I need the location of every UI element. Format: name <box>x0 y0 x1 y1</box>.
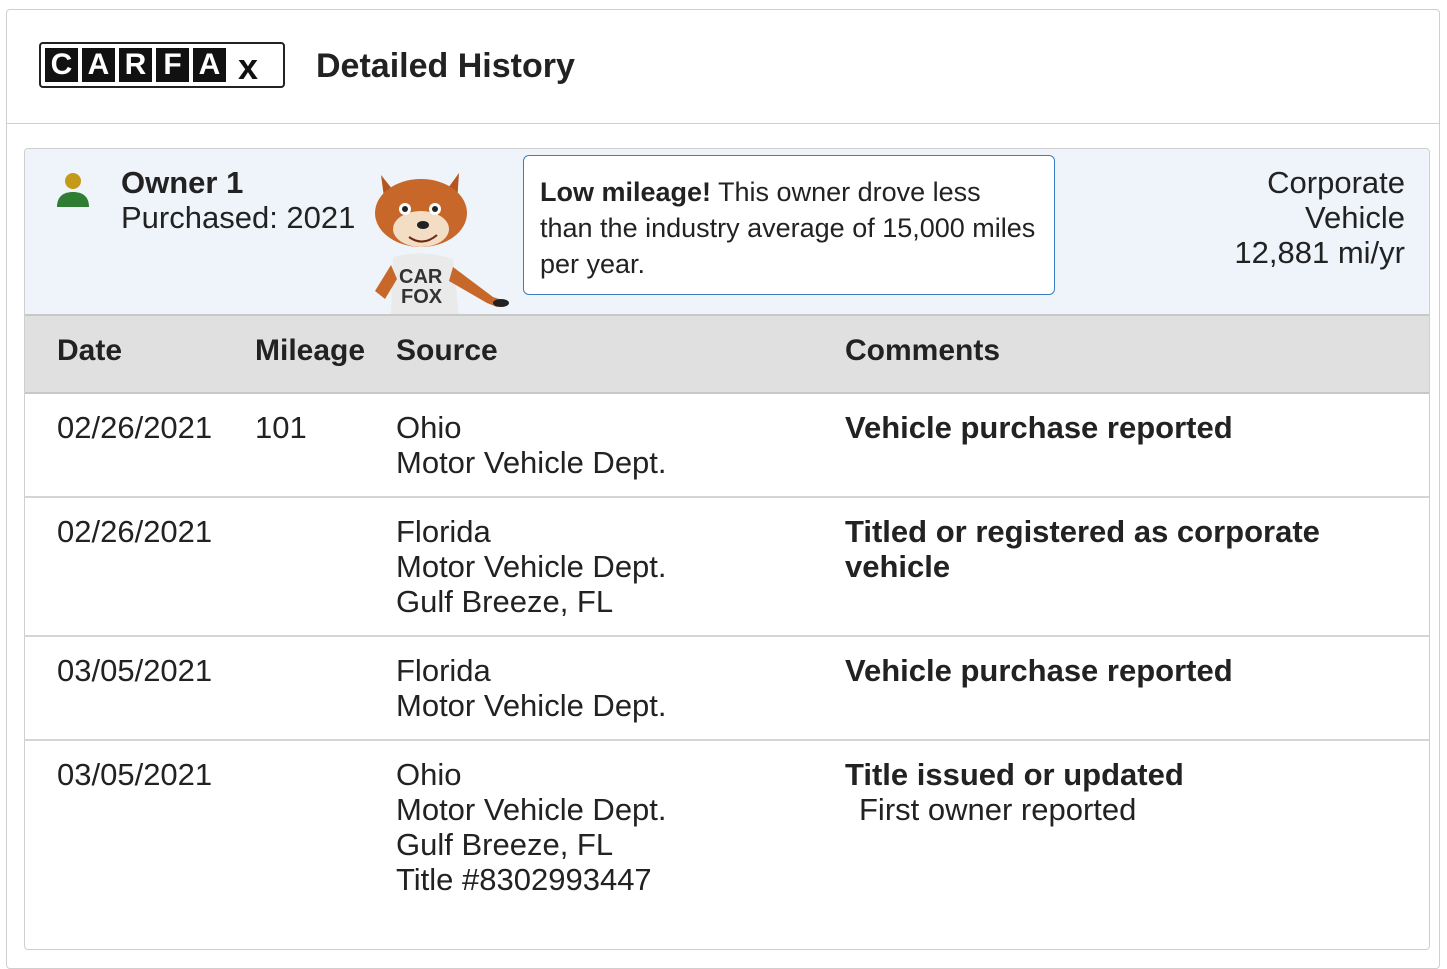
vehicle-use-type: Corporate <box>1267 165 1405 200</box>
row-date: 03/05/2021 <box>57 653 213 688</box>
miles-per-year: 12,881 mi/yr <box>1234 235 1405 270</box>
row-comments: Titled or registered as corporate vehicl… <box>845 514 1365 584</box>
row-source: Ohio Motor Vehicle Dept. Gulf Breeze, FL… <box>396 757 667 897</box>
logo-letter: A <box>193 48 226 82</box>
row-date: 03/05/2021 <box>57 757 213 792</box>
source-line: Motor Vehicle Dept. <box>396 688 667 723</box>
low-mileage-callout: Low mileage! This owner drove less than … <box>523 155 1055 295</box>
source-line: Ohio <box>396 757 462 792</box>
history-panel: C A R F A x Detailed History Owner 1 Pur… <box>6 9 1440 969</box>
section-title: Detailed History <box>316 47 575 85</box>
table-row: 02/26/2021 Florida Motor Vehicle Dept. G… <box>25 498 1429 637</box>
column-header-source: Source <box>396 334 498 367</box>
comment-detail: First owner reported <box>859 792 1137 827</box>
source-line: Florida <box>396 514 491 549</box>
table-row: 03/05/2021 Florida Motor Vehicle Dept. V… <box>25 637 1429 741</box>
row-source: Florida Motor Vehicle Dept. Gulf Breeze,… <box>396 514 667 619</box>
owner-name: Owner 1 <box>121 165 244 200</box>
table-row: 03/05/2021 Ohio Motor Vehicle Dept. Gulf… <box>25 741 1429 949</box>
column-header-date: Date <box>57 334 123 367</box>
logo-letter: x <box>237 46 259 87</box>
comment-title: Titled or registered as corporate vehicl… <box>845 514 1320 584</box>
row-source: Florida Motor Vehicle Dept. <box>396 653 667 723</box>
comment-title: Vehicle purchase reported <box>845 653 1233 688</box>
vehicle-use-type: Vehicle <box>1305 200 1405 235</box>
row-comments: Vehicle purchase reported <box>845 410 1365 445</box>
row-comments: Vehicle purchase reported <box>845 653 1365 688</box>
owner-summary: Owner 1 Purchased: 2021 CAR FOX Low mile… <box>25 149 1429 315</box>
source-line: Florida <box>396 653 491 688</box>
fox-shirt-text: CAR <box>399 266 443 288</box>
logo-letter: R <box>119 48 152 82</box>
source-line: Motor Vehicle Dept. <box>396 549 667 584</box>
fox-shirt-text: FOX <box>401 286 443 308</box>
source-line: Motor Vehicle Dept. <box>396 792 667 827</box>
owner-purchased-year: Purchased: 2021 <box>121 200 356 235</box>
column-header-mileage: Mileage <box>255 334 366 367</box>
comment-title: Title issued or updated <box>845 757 1184 792</box>
row-date: 02/26/2021 <box>57 410 213 445</box>
logo-letter: C <box>45 48 78 82</box>
row-date: 02/26/2021 <box>57 514 213 549</box>
carfox-mascot-image: CAR FOX <box>375 173 509 315</box>
row-source: Ohio Motor Vehicle Dept. <box>396 410 667 480</box>
source-line: Gulf Breeze, FL <box>396 827 614 862</box>
source-line: Ohio <box>396 410 462 445</box>
source-line: Gulf Breeze, FL <box>396 584 614 619</box>
history-table-header: Date Mileage Source Comments <box>25 314 1429 394</box>
row-mileage: 101 <box>255 410 307 445</box>
owner-card: Owner 1 Purchased: 2021 CAR FOX Low mile… <box>24 148 1430 950</box>
table-row: 02/26/2021 101 Ohio Motor Vehicle Dept. … <box>25 394 1429 498</box>
owner-usage-summary: Corporate Vehicle 12,881 mi/yr <box>1234 165 1405 270</box>
logo-letter: F <box>156 48 189 82</box>
person-icon <box>57 173 89 207</box>
report-header: C A R F A x Detailed History <box>7 10 1439 124</box>
source-line: Motor Vehicle Dept. <box>396 445 667 480</box>
row-comments: Title issued or updated First owner repo… <box>845 757 1365 827</box>
carfax-logo: C A R F A x <box>39 42 285 88</box>
source-line: Title #8302993447 <box>396 862 652 897</box>
column-header-comments: Comments <box>845 334 1001 367</box>
callout-highlight: Low mileage! <box>540 177 712 207</box>
logo-letter: A <box>82 48 115 82</box>
comment-title: Vehicle purchase reported <box>845 410 1233 445</box>
